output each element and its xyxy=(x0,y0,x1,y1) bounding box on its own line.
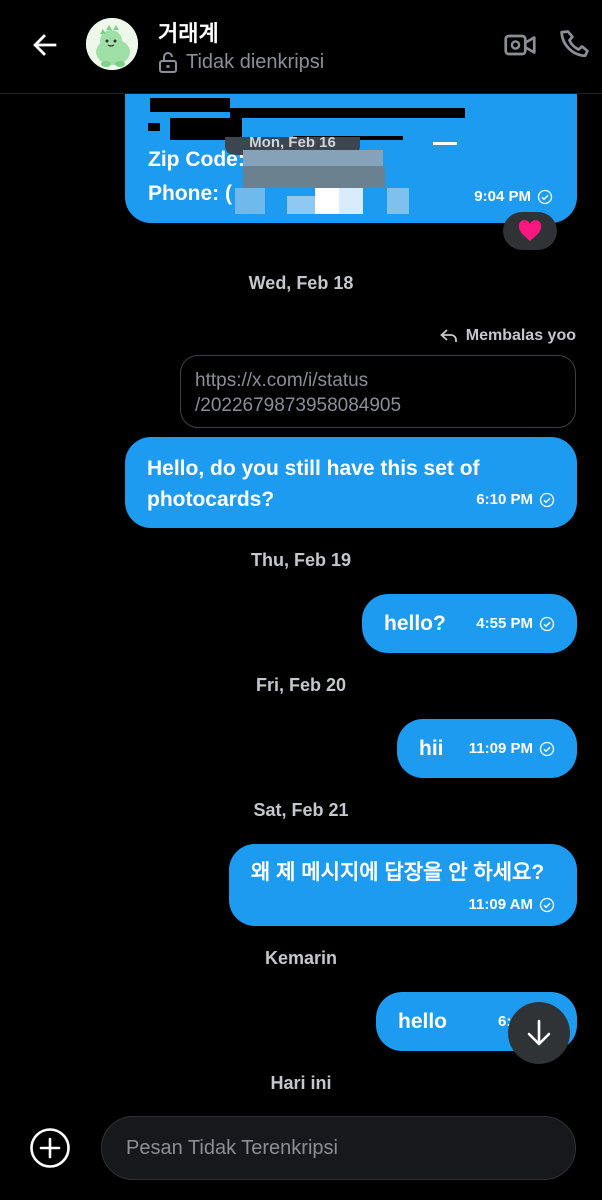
message-text: hello? xyxy=(384,611,446,635)
message-composer: Pesan Tidak Terenkripsi xyxy=(0,1100,602,1200)
date-separator: Hari ini xyxy=(270,1073,332,1093)
redaction-block xyxy=(150,98,230,112)
pixelated-redaction xyxy=(235,188,265,214)
reaction-badge[interactable] xyxy=(503,212,557,250)
unlock-icon xyxy=(159,52,177,73)
quoted-link-line: https://x.com/i/status xyxy=(195,370,369,391)
encryption-status-label: Tidak dienkripsi xyxy=(186,50,325,73)
message-bubble[interactable]: Hello, do you still have this set of pho… xyxy=(125,437,577,528)
message-timestamp: 4:55 PM xyxy=(476,615,555,632)
phone-call-icon[interactable] xyxy=(558,27,594,63)
message-text: Hello, do you still have this set of xyxy=(147,457,480,480)
back-arrow-icon[interactable] xyxy=(28,28,62,62)
message-text: photocards? xyxy=(147,488,275,511)
redaction-block xyxy=(148,123,160,131)
pixelated-redaction xyxy=(387,188,409,214)
message-text: 왜 제 메시지에 답장을 안 하세요? xyxy=(251,861,545,884)
sent-check-icon xyxy=(539,741,555,756)
message-text: hello xyxy=(398,1009,448,1033)
sent-check-icon xyxy=(537,189,553,204)
message-bubble[interactable]: hii 11:09 PM xyxy=(397,719,577,778)
phone-label: Phone: ( xyxy=(148,182,232,205)
date-separator: Wed, Feb 18 xyxy=(248,273,354,293)
time-text: 4:55 PM xyxy=(476,615,533,632)
encryption-status: Tidak dienkripsi xyxy=(158,50,324,74)
redaction-block xyxy=(433,142,457,145)
date-separator: Thu, Feb 19 xyxy=(250,550,351,570)
message-timestamp: 6:10 PM xyxy=(476,484,555,515)
reply-label: Membalas yoo xyxy=(439,327,576,345)
contact-avatar[interactable] xyxy=(86,18,138,70)
time-text: 9:04 PM xyxy=(474,188,531,205)
time-text: 6:10 PM xyxy=(476,491,533,508)
pixelated-redaction xyxy=(243,166,385,188)
sent-check-icon xyxy=(539,897,555,913)
video-call-icon[interactable] xyxy=(502,27,538,63)
arrow-down-icon xyxy=(527,1019,551,1046)
contact-name[interactable]: 거래계 xyxy=(158,16,219,48)
pixelated-redaction xyxy=(315,188,339,214)
message-bubble[interactable]: hello? 4:55 PM xyxy=(362,594,577,653)
message-text: hii xyxy=(419,736,444,760)
add-attachment-icon[interactable] xyxy=(29,1127,71,1169)
reply-label-text: Membalas yoo xyxy=(465,327,576,344)
sent-check-icon xyxy=(539,616,555,631)
scroll-to-bottom-button[interactable] xyxy=(508,1002,570,1064)
message-timestamp: 11:09 PM xyxy=(469,740,555,757)
reply-arrow-icon xyxy=(439,329,457,342)
overlay-date-text: Mon, Feb 16 xyxy=(249,137,336,151)
date-separator: Fri, Feb 20 xyxy=(255,675,347,695)
pixelated-redaction xyxy=(243,150,383,166)
time-text: 11:09 PM xyxy=(468,740,533,757)
quoted-message[interactable]: https://x.com/i/status /2022679873958084… xyxy=(180,355,576,428)
dinosaur-avatar-icon xyxy=(86,18,138,70)
pixelated-redaction xyxy=(339,188,363,214)
heart-reaction-icon xyxy=(518,220,542,241)
pixelated-redaction xyxy=(287,196,315,214)
message-timestamp: 9:04 PM xyxy=(474,188,553,205)
zip-code-label: Zip Code: xyxy=(148,148,245,171)
message-timestamp: 11:09 AM xyxy=(469,890,555,920)
sent-check-icon xyxy=(539,492,555,507)
redaction-block xyxy=(230,108,465,118)
message-input-placeholder: Pesan Tidak Terenkripsi xyxy=(126,1136,338,1159)
quoted-link-line: /2022679873958084905 xyxy=(195,395,402,416)
date-separator: Sat, Feb 21 xyxy=(253,800,349,820)
chat-header: 거래계 Tidak dienkripsi xyxy=(0,0,602,94)
message-bubble[interactable]: 왜 제 메시지에 답장을 안 하세요? 11:09 AM xyxy=(229,844,577,926)
message-input[interactable]: Pesan Tidak Terenkripsi xyxy=(101,1116,576,1180)
time-text: 11:09 AM xyxy=(468,896,533,913)
date-separator: Kemarin xyxy=(264,948,338,968)
